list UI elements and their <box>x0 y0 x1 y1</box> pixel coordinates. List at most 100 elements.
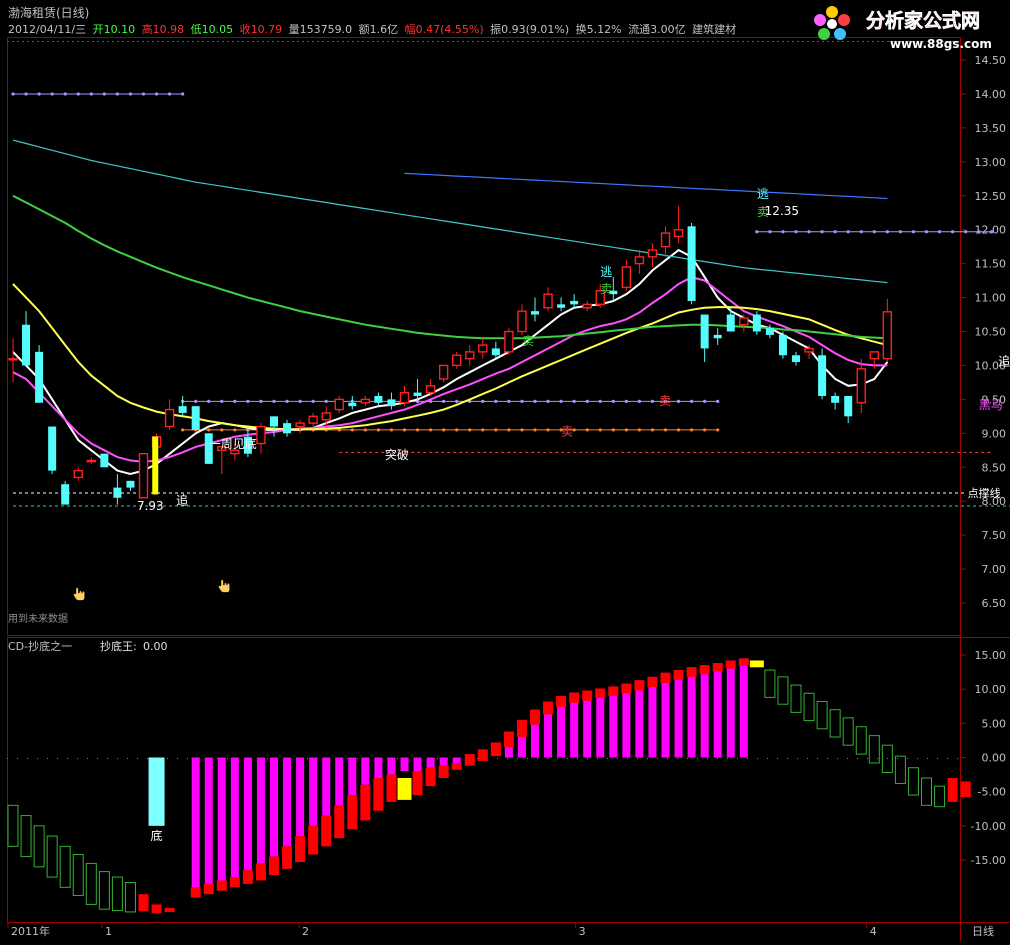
price-tick-label: 12.00 <box>975 224 1007 237</box>
red-bar <box>373 778 384 811</box>
price-tick-label: 10.50 <box>975 326 1007 339</box>
hollow-green-bar <box>20 815 32 858</box>
period-label[interactable]: 日线 <box>972 924 994 938</box>
hollow-green-bar <box>98 871 110 910</box>
red-bar <box>673 670 684 680</box>
hollow-green-bar <box>72 854 84 897</box>
magenta-bar <box>687 667 696 758</box>
red-bar <box>647 676 658 688</box>
annotation-label: 12.35 <box>765 204 799 218</box>
red-bar <box>216 880 227 891</box>
candle-up <box>543 293 553 309</box>
magenta-bar <box>452 757 461 763</box>
candle-up <box>478 344 488 353</box>
annotation-label: 卖 <box>600 282 612 296</box>
candle-up <box>465 351 475 360</box>
level-dot <box>533 399 537 404</box>
magenta-bar <box>191 757 200 888</box>
change-label: 幅 <box>405 23 416 36</box>
price-tick-label: 13.00 <box>975 156 1007 169</box>
level-dot <box>820 230 824 234</box>
chart-canvas[interactable]: 渤海租赁(日线) 2012/04/11/三 开10.10 高10.98 低10.… <box>0 0 1010 941</box>
candle-up <box>164 408 175 428</box>
annotation-label: 逃 <box>600 265 612 279</box>
candle-up <box>882 311 893 360</box>
hollow-green-bar <box>111 876 123 912</box>
price-tick-label: 14.50 <box>975 54 1007 67</box>
indicator-tick-label: -5.00 <box>978 786 1006 799</box>
level-dot <box>37 92 41 96</box>
hollow-green-bar <box>764 669 776 698</box>
hand-pointer-icon <box>218 579 230 593</box>
level-dot <box>598 428 602 432</box>
red-bar <box>164 907 175 912</box>
candle-up <box>86 459 97 463</box>
indicator-axis: 15.00 10.00 5.00 0.00 -5.00 -10.00 -15.00 <box>960 649 1006 867</box>
candle-down <box>752 314 761 332</box>
magenta-bar <box>387 757 396 775</box>
red-bar <box>556 696 567 707</box>
level-dot <box>429 428 433 432</box>
magenta-bar <box>348 757 357 796</box>
annotation-label: 黑马 <box>979 398 1003 412</box>
candle-up <box>8 357 18 361</box>
ma-line-ma20 <box>12 283 888 431</box>
indicator-name: CD-抄底之一 <box>8 639 72 653</box>
level-dot <box>207 399 211 404</box>
magenta-bar <box>309 757 318 826</box>
level-dot <box>755 230 759 234</box>
level-dot <box>402 428 407 432</box>
time-tick-label: 2011年 <box>11 924 50 938</box>
hollow-green-bar <box>829 709 841 738</box>
candle-down <box>387 399 396 407</box>
candle-down <box>191 406 200 430</box>
low-value: 10.05 <box>202 23 234 36</box>
level-dot <box>859 230 863 234</box>
magenta-bar <box>439 757 448 766</box>
volume-value: 153759.0 <box>300 23 353 36</box>
quote-date: 2012/04/11/三 <box>8 23 86 36</box>
candle-up <box>438 364 449 380</box>
magenta-bar <box>322 757 331 816</box>
level-dot <box>507 399 511 404</box>
hollow-green-bar <box>777 676 789 705</box>
level-dot <box>376 428 380 432</box>
magenta-bar <box>596 688 605 758</box>
red-bar <box>242 870 253 884</box>
level-dot <box>311 399 315 404</box>
candle-down <box>100 453 109 468</box>
candle-down <box>35 351 44 403</box>
level-dot <box>494 399 498 404</box>
red-bar <box>960 781 971 798</box>
level-dot <box>63 92 67 96</box>
level-dot <box>690 428 694 432</box>
level-dot <box>546 399 550 404</box>
red-bar <box>608 686 619 696</box>
level-dot <box>637 399 642 404</box>
red-bar <box>621 683 632 694</box>
candle-down <box>765 328 774 335</box>
hollow-green-bar <box>842 717 854 746</box>
float-label: 流通 <box>628 22 650 36</box>
ma-line-ma5 <box>12 248 889 476</box>
candle-up <box>399 391 410 404</box>
level-dot <box>389 428 394 432</box>
candle-up <box>739 317 749 326</box>
level-dot <box>833 230 837 234</box>
float-value: 3.00亿 <box>650 23 686 36</box>
level-dot <box>507 428 511 432</box>
time-tick-label: 2 <box>302 925 309 938</box>
candle-up <box>869 351 879 360</box>
annotation-label: 突破 <box>385 447 409 462</box>
logo-title: 分析家公式网 <box>866 9 980 32</box>
indicator-tick-label: 15.00 <box>975 649 1007 662</box>
magenta-bar <box>283 757 292 847</box>
level-dot <box>76 92 80 96</box>
logo-url: www.88gs.com <box>890 37 992 51</box>
level-dot <box>89 92 93 96</box>
red-bar <box>947 778 958 802</box>
candle-down <box>831 395 840 403</box>
red-bar <box>569 692 580 703</box>
sector-label: 建筑建材 <box>692 22 736 36</box>
magenta-bar <box>270 757 278 857</box>
